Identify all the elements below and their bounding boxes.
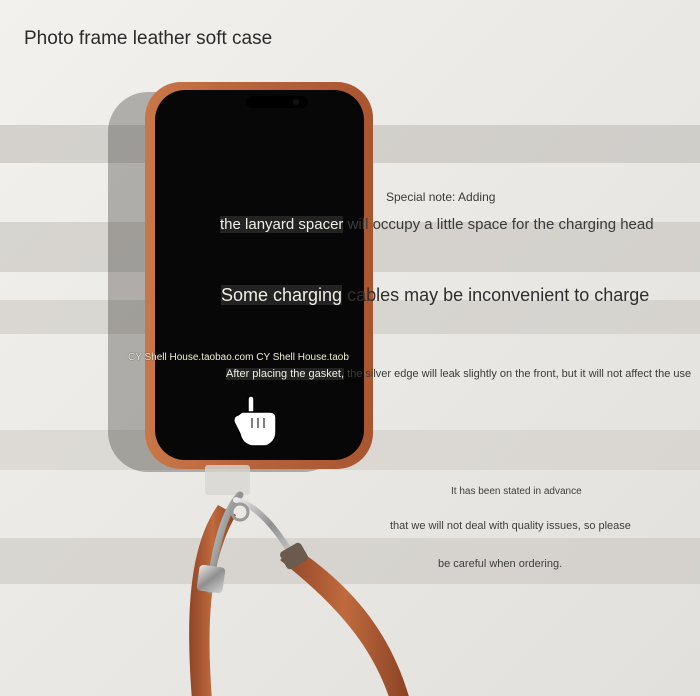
advance-line-3: be careful when ordering.	[438, 558, 563, 570]
note-text: cables may be inconvenient to charge	[342, 285, 650, 305]
phone-screen	[155, 90, 364, 460]
gasket-note: After placing the gasket, the silver edg…	[226, 368, 691, 380]
store-watermark: CY Shell House.taobao.com CY Shell House…	[128, 352, 349, 363]
note-spacer-line: the lanyard spacer will occupy a little …	[220, 216, 654, 233]
lanyard-spacer	[205, 465, 250, 495]
note-charging-line: Some charging cables may be inconvenient…	[221, 285, 649, 306]
advance-line-2: that we will not deal with quality issue…	[390, 520, 631, 532]
camera-dot	[293, 99, 299, 105]
note-text: the silver edge will leak slightly on th…	[344, 368, 692, 380]
page-title: Photo frame leather soft case	[24, 28, 273, 49]
advance-line-1: It has been stated in advance	[451, 486, 582, 497]
special-note-heading: Special note: Adding	[386, 190, 496, 204]
highlight-text: Some charging	[221, 285, 343, 305]
product-photo	[0, 0, 700, 696]
highlight-text: the lanyard spacer	[220, 216, 344, 233]
highlight-text: After placing the gasket,	[226, 368, 345, 380]
note-text: will occupy a little space for the charg…	[343, 216, 654, 233]
